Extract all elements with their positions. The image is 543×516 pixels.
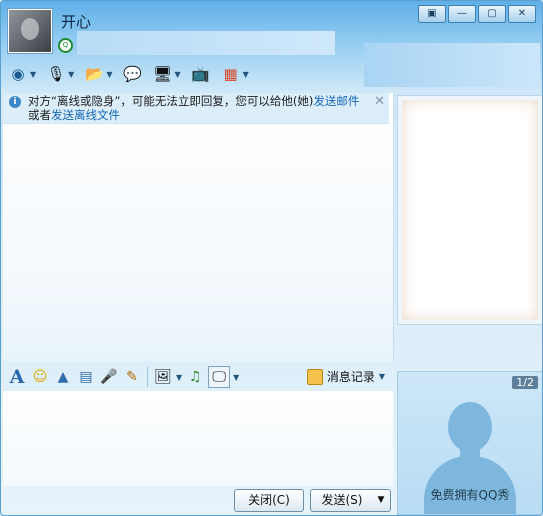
file-transfer-button[interactable]: 📂 ▼ (81, 62, 115, 86)
message-button[interactable]: 💬 (119, 62, 145, 86)
bottom-bar: 关闭(C) 发送(S) ▼ (3, 489, 395, 513)
chevron-down-icon[interactable]: ▼ (243, 70, 249, 79)
chevron-down-icon[interactable]: ▼ (379, 372, 385, 381)
side-panel-content (402, 100, 538, 320)
notice-text: 对方“离线或隐身”，可能无法立即回复，您可以给他(她)发送邮件或者发送离线文件 (28, 94, 368, 122)
contact-name[interactable]: 开心 (61, 11, 91, 32)
share-screen-icon: 📺 (191, 65, 210, 83)
remote-assist-button[interactable]: 🖥 ▼ (149, 62, 183, 86)
side-panel (397, 95, 542, 325)
qq-show-panel[interactable]: 1/2 免费拥有QQ秀 (397, 371, 542, 515)
redacted-area (364, 43, 540, 87)
voice-button[interactable]: 🎙 ▼ (43, 62, 77, 86)
emoji-icon[interactable]: ☺ (30, 367, 50, 387)
input-toolbar: A ☺ ▲ ▤ 🎤 ✎ 🖼 ▼ ♫ 🖵 ▼ 消息记录 ▼ (3, 365, 393, 389)
chevron-down-icon[interactable]: ▼ (233, 373, 239, 382)
message-history-button[interactable]: 消息记录 ▼ (306, 368, 385, 385)
remote-assist-icon: 🖥 (152, 65, 172, 83)
chevron-down-icon[interactable]: ▼ (174, 70, 180, 79)
screenshot-icon[interactable]: ▤ (76, 367, 96, 387)
share-screen-button[interactable]: 📺 (188, 62, 214, 86)
page-indicator: 1/2 (512, 376, 538, 389)
minimize-button[interactable]: — (448, 5, 476, 23)
file-transfer-icon: 📂 (84, 65, 104, 83)
voice-message-icon[interactable]: 🎤 (99, 367, 119, 387)
send-email-link[interactable]: 发送邮件 (313, 94, 359, 108)
close-button[interactable]: 关闭(C) (234, 489, 304, 512)
message-input[interactable] (3, 391, 393, 486)
skin-button[interactable]: ▣ (418, 5, 446, 23)
close-icon[interactable]: ✕ (374, 95, 385, 109)
send-options-button[interactable]: ▼ (372, 489, 391, 512)
webcam-icon: ◉ (11, 65, 25, 83)
message-history-area[interactable]: i 对方“离线或隐身”，可能无法立即回复，您可以给他(她)发送邮件或者发送离线文… (3, 93, 394, 361)
webcam-button[interactable]: ◉ ▼ (5, 62, 39, 86)
offline-notice: i 对方“离线或隐身”，可能无法立即回复，您可以给他(她)发送邮件或者发送离线文… (3, 93, 389, 124)
chat-window: ▣ — ▢ ✕ 开心 Q ◉ ▼ 🎙 ▼ 📂 ▼ 💬 🖥 ▼ 📺 ▦ ▼ i 对… (0, 0, 543, 516)
chat-toolbar: ◉ ▼ 🎙 ▼ 📂 ▼ 💬 🖥 ▼ 📺 ▦ ▼ (5, 61, 252, 87)
apps-icon: ▦ (223, 65, 238, 83)
handwriting-icon[interactable]: ✎ (122, 367, 142, 387)
image-icon[interactable]: 🖼 (153, 367, 173, 387)
toolbar-divider (147, 367, 148, 387)
maximize-button[interactable]: ▢ (478, 5, 506, 23)
window-controls: ▣ — ▢ ✕ (418, 5, 536, 23)
magic-emoticon-icon[interactable]: ▲ (53, 367, 73, 387)
music-icon[interactable]: ♫ (185, 367, 205, 387)
font-icon[interactable]: A (7, 366, 27, 388)
history-icon (306, 368, 323, 385)
chevron-down-icon[interactable]: ▼ (30, 70, 36, 79)
avatar-silhouette (448, 402, 492, 452)
screen-capture-icon[interactable]: 🖵 (208, 366, 231, 388)
chevron-down-icon[interactable]: ▼ (106, 70, 112, 79)
send-offline-file-link[interactable]: 发送离线文件 (51, 108, 120, 122)
microphone-icon: 🎙 (46, 65, 66, 83)
chevron-down-icon[interactable]: ▼ (68, 70, 74, 79)
free-qq-show-link[interactable]: 免费拥有QQ秀 (398, 486, 542, 503)
info-icon: i (9, 96, 21, 108)
message-icon: 💬 (123, 65, 142, 83)
redacted-signature (77, 31, 335, 55)
notice-middle: 或者 (28, 108, 51, 122)
notice-prefix: 对方“离线或隐身”，可能无法立即回复，您可以给他(她) (28, 94, 314, 108)
status-icon: Q (58, 38, 73, 53)
contact-avatar[interactable] (8, 9, 52, 53)
apps-button[interactable]: ▦ ▼ (218, 62, 252, 86)
close-window-button[interactable]: ✕ (508, 5, 536, 23)
send-button[interactable]: 发送(S) (310, 489, 374, 512)
chevron-down-icon[interactable]: ▼ (176, 373, 182, 382)
history-label: 消息记录 (326, 370, 375, 384)
